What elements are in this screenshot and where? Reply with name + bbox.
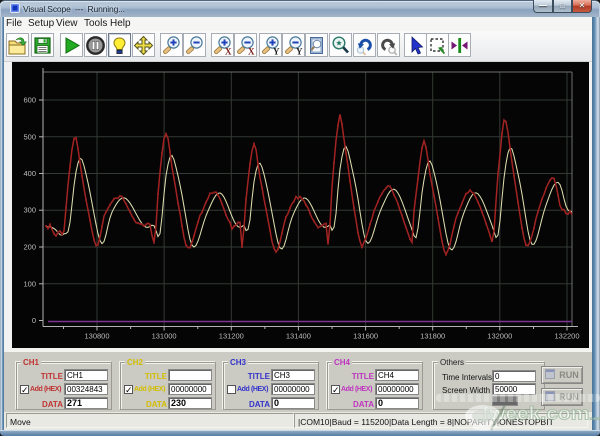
svg-text:X: X xyxy=(225,47,232,57)
svg-text:Y: Y xyxy=(296,47,303,57)
svg-text:Y: Y xyxy=(273,47,280,57)
svg-text:600: 600 xyxy=(23,96,36,105)
svg-text:0: 0 xyxy=(32,316,36,325)
svg-text:500: 500 xyxy=(23,132,36,141)
svg-text:131400: 131400 xyxy=(286,332,311,341)
svg-text:132200: 132200 xyxy=(554,332,579,341)
svg-text:131800: 131800 xyxy=(420,332,445,341)
svg-text:130800: 130800 xyxy=(84,332,109,341)
svg-text:131600: 131600 xyxy=(353,332,378,341)
svg-text:131200: 131200 xyxy=(219,332,244,341)
svg-text:132000: 132000 xyxy=(487,332,512,341)
svg-text:200: 200 xyxy=(23,243,36,252)
svg-text:131000: 131000 xyxy=(152,332,177,341)
svg-text:X: X xyxy=(248,47,255,57)
svg-text:400: 400 xyxy=(23,169,36,178)
svg-text:300: 300 xyxy=(23,206,36,215)
svg-text:100: 100 xyxy=(23,279,36,288)
